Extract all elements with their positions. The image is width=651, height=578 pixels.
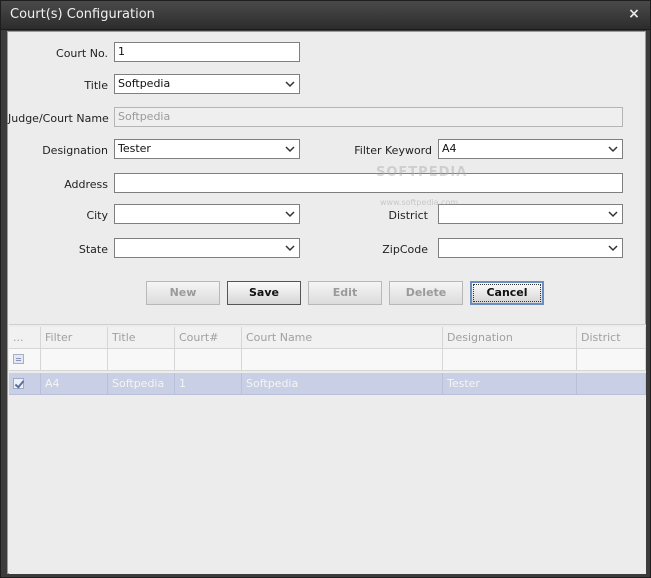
address-input[interactable] (114, 173, 623, 193)
column-header-selector[interactable]: ... (9, 327, 41, 349)
chevron-down-icon[interactable] (608, 243, 618, 253)
cell-title[interactable]: Softpedia (108, 373, 175, 395)
column-header-title[interactable]: Title (108, 327, 175, 349)
city-label: City (86, 209, 108, 222)
filter-keyword-combo-value: A4 (442, 142, 457, 155)
softpedia-watermark: SOFTPEDIA (376, 165, 468, 180)
district-label: District (388, 209, 428, 222)
new-button[interactable]: New (146, 281, 220, 305)
chevron-down-icon[interactable] (285, 243, 295, 253)
cell-filter[interactable]: A4 (41, 373, 108, 395)
chevron-down-icon[interactable] (285, 144, 295, 154)
filter-row-icon[interactable] (13, 354, 24, 364)
title-combo-value: Softpedia (118, 77, 171, 90)
court-no-label: Court No. (56, 47, 108, 60)
chevron-down-icon[interactable] (285, 209, 295, 219)
judge-court-name-label: Judge/Court Name (8, 112, 109, 125)
cell-court-name[interactable]: Softpedia (242, 373, 443, 395)
court-configuration-window: Court(s) Configuration × Court No. 1 Tit… (0, 0, 651, 578)
filter-row-cell[interactable] (443, 349, 577, 371)
zipcode-combo[interactable] (438, 238, 623, 258)
column-header-filter[interactable]: Filter (41, 327, 108, 349)
chevron-down-icon[interactable] (608, 144, 618, 154)
grid-header-row: ... Filter Title Court# Court Name Desig… (9, 327, 646, 349)
cell-district[interactable] (577, 373, 646, 395)
court-no-input[interactable]: 1 (114, 42, 300, 62)
courts-grid[interactable]: ... Filter Title Court# Court Name Desig… (9, 324, 646, 574)
column-header-designation[interactable]: Designation (443, 327, 577, 349)
designation-combo-value: Tester (118, 142, 151, 155)
judge-court-name-input: Softpedia (114, 107, 623, 127)
city-combo[interactable] (114, 204, 300, 224)
title-combo[interactable]: Softpedia (114, 74, 300, 94)
cancel-button[interactable]: Cancel (470, 281, 544, 305)
filter-row-cell[interactable] (577, 349, 646, 371)
title-bar: Court(s) Configuration × (1, 1, 650, 30)
filter-row-cell[interactable] (108, 349, 175, 371)
column-header-district[interactable]: District (577, 327, 646, 349)
designation-combo[interactable]: Tester (114, 139, 300, 159)
chevron-down-icon[interactable] (285, 79, 295, 89)
filter-keyword-combo[interactable]: A4 (438, 139, 623, 159)
table-row[interactable]: A4 Softpedia 1 Softpedia Tester (9, 373, 646, 395)
address-label: Address (64, 178, 108, 191)
edit-button[interactable]: Edit (308, 281, 382, 305)
column-header-court-name[interactable]: Court Name (242, 327, 443, 349)
chevron-down-icon[interactable] (608, 209, 618, 219)
state-label: State (78, 243, 108, 256)
filter-row-cell[interactable] (41, 349, 108, 371)
zipcode-label: ZipCode (382, 243, 428, 256)
cell-court-number[interactable]: 1 (175, 373, 242, 395)
cell-designation[interactable]: Tester (443, 373, 577, 395)
grid-filter-row[interactable] (9, 349, 646, 371)
save-button[interactable]: Save (227, 281, 301, 305)
softpedia-watermark-url: www.softpedia.com (380, 198, 459, 207)
filter-row-cell[interactable] (175, 349, 242, 371)
column-header-court-number[interactable]: Court# (175, 327, 242, 349)
filter-row-cell[interactable] (9, 349, 41, 371)
window-title: Court(s) Configuration (10, 7, 155, 22)
state-combo[interactable] (114, 238, 300, 258)
filter-row-cell[interactable] (242, 349, 443, 371)
dialog-body: Court No. 1 Title Softpedia Judge/Court … (7, 31, 646, 574)
delete-button[interactable]: Delete (389, 281, 463, 305)
designation-label: Designation (42, 144, 108, 157)
filter-keyword-label: Filter Keyword (354, 144, 432, 157)
row-checkbox-cell[interactable] (9, 373, 41, 395)
title-label: Title (84, 79, 108, 92)
close-icon[interactable]: × (626, 6, 642, 22)
checkbox-icon[interactable] (13, 378, 24, 389)
district-combo[interactable] (438, 204, 623, 224)
